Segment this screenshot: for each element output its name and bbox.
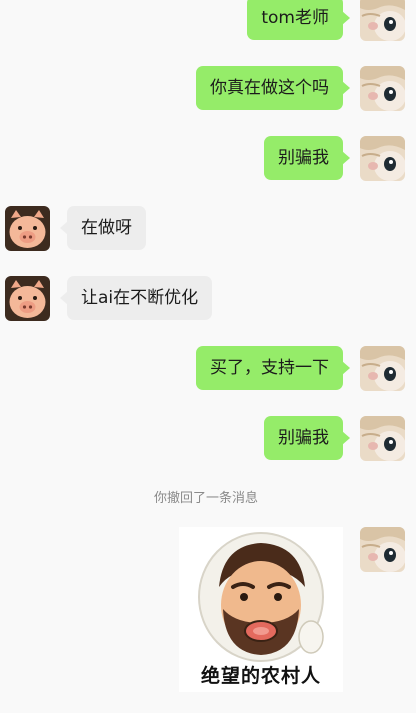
message-text: tom老师: [261, 8, 329, 28]
my-avatar[interactable]: [360, 527, 405, 572]
contact-message-bubble[interactable]: 让ai在不断优化: [59, 276, 213, 320]
sticker-caption: 绝望的农村人: [200, 665, 321, 687]
cat-avatar-icon: [360, 416, 405, 461]
my-message-bubble[interactable]: 别骗我: [264, 136, 350, 180]
my-avatar[interactable]: [360, 416, 405, 461]
my-avatar[interactable]: [360, 66, 405, 111]
message-text: 买了，支持一下: [210, 358, 329, 378]
contact-avatar[interactable]: [5, 206, 50, 251]
message-text: 让ai在不断优化: [81, 288, 199, 308]
my-avatar[interactable]: [360, 0, 405, 41]
message-text: 别骗我: [278, 428, 329, 448]
cat-avatar-icon: [360, 66, 405, 111]
my-message-bubble[interactable]: 别骗我: [264, 416, 350, 460]
my-avatar[interactable]: [360, 136, 405, 181]
contact-message-bubble[interactable]: 在做呀: [60, 206, 146, 250]
cat-avatar-icon: [360, 0, 405, 41]
sticker-message[interactable]: 绝望的农村人: [179, 527, 343, 692]
cat-avatar-icon: [360, 136, 405, 181]
my-message-bubble[interactable]: 你真在做这个吗: [196, 66, 350, 110]
contact-avatar[interactable]: [5, 276, 50, 321]
my-avatar[interactable]: [360, 346, 405, 391]
message-text: 在做呀: [81, 218, 132, 238]
cat-avatar-icon: [360, 527, 405, 572]
message-text: 你真在做这个吗: [210, 78, 329, 98]
chat-message-list[interactable]: tom老师 你真在做这个吗 别骗我 在做呀 让ai在不断优化 买了，支持一下 别…: [0, 0, 416, 713]
my-message-bubble[interactable]: tom老师: [247, 0, 350, 40]
pig-avatar-icon: [5, 206, 50, 251]
message-text: 别骗我: [278, 148, 329, 168]
my-message-bubble[interactable]: 买了，支持一下: [196, 346, 350, 390]
pig-avatar-icon: [5, 276, 50, 321]
cat-avatar-icon: [360, 346, 405, 391]
recall-notice: 你撤回了一条消息: [153, 491, 258, 506]
